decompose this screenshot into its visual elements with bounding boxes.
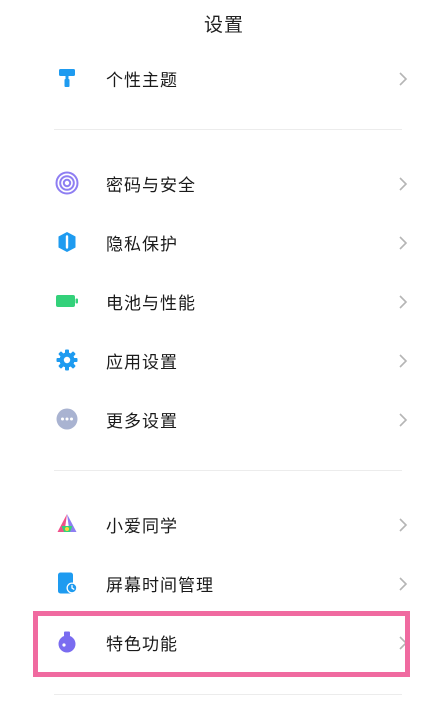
battery-icon (55, 289, 79, 313)
settings-item-privacy[interactable]: 隐私保护 (0, 214, 448, 270)
page-title: 设置 (203, 14, 244, 36)
gear-icon (55, 348, 79, 372)
chevron-right-icon (396, 235, 410, 250)
paint-roller-icon (55, 66, 79, 90)
settings-item-label: 小爱同学 (106, 516, 178, 537)
chevron-right-icon (396, 576, 410, 591)
settings-item-password-security[interactable]: 密码与安全 (0, 155, 448, 211)
settings-item-label: 屏幕时间管理 (106, 575, 214, 596)
chevron-right-icon (396, 412, 410, 427)
privacy-shield-icon (55, 230, 79, 254)
section-divider (54, 129, 402, 130)
chevron-right-icon (396, 71, 410, 86)
chevron-right-icon (396, 353, 410, 368)
chevron-right-icon (396, 517, 410, 532)
settings-item-label: 应用设置 (106, 352, 178, 373)
section-divider (54, 694, 402, 695)
highlight-box (33, 611, 410, 677)
settings-item-battery-performance[interactable]: 电池与性能 (0, 273, 448, 329)
screen-time-icon (55, 571, 79, 595)
settings-item-label: 个性主题 (106, 70, 178, 91)
settings-item-xiaoai[interactable]: 小爱同学 (0, 496, 448, 552)
settings-item-app-settings[interactable]: 应用设置 (0, 332, 448, 388)
chevron-right-icon (396, 176, 410, 191)
settings-item-label: 电池与性能 (106, 293, 196, 314)
settings-item-label: 密码与安全 (106, 175, 196, 196)
settings-item-label: 更多设置 (106, 411, 178, 432)
chevron-right-icon (396, 294, 410, 309)
settings-item-theme[interactable]: 个性主题 (0, 50, 448, 106)
settings-item-screen-time[interactable]: 屏幕时间管理 (0, 555, 448, 611)
fingerprint-icon (55, 171, 79, 195)
settings-item-more-settings[interactable]: 更多设置 (0, 391, 448, 447)
section-divider (54, 470, 402, 471)
settings-item-label: 隐私保护 (106, 234, 178, 255)
more-dots-icon (55, 407, 79, 431)
xiaoai-icon (55, 512, 79, 536)
